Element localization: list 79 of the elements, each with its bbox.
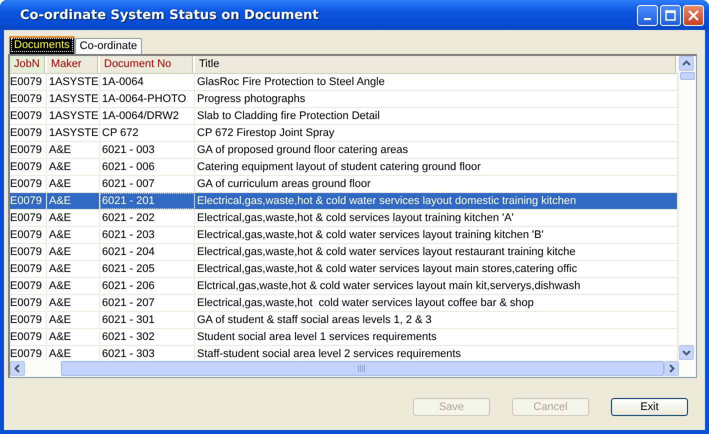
column-header[interactable]: Maker [47,56,100,73]
table-cell: E0079 [10,176,47,192]
table-row[interactable]: E0079 A&E 6021 - 206 Elctrical,gas,waste,hot & cold water services layout main kit,serverys,dishwash [10,278,678,295]
table-row[interactable]: E0079 1ASYSTE 1A-0064-PHOTO Progress photographs [10,91,678,108]
table-cell: A&E [47,142,100,158]
table-row[interactable]: E0079 A&E 6021 - 207 Electrical,gas,waste,hot cold water services layout coffee bar & shop [10,295,678,312]
table-row[interactable]: E0079 1ASYSTE 1A-0064/DRW2 Slab to Cladding fire Protection Detail [10,108,678,125]
close-button[interactable] [683,4,704,26]
table-cell: 1A-0064-PHOTO [100,91,195,107]
table-cell: A&E [47,210,100,226]
table-cell: A&E [47,227,100,243]
table-cell: A&E [47,278,100,294]
table-cell: 6021 - 205 [100,261,195,277]
table-row[interactable]: E0079 A&E 6021 - 302 Student social area level 1 services requirements [10,329,678,346]
table-cell: E0079 [10,261,47,277]
table-cell: E0079 [10,159,47,175]
table-cell: 6021 - 203 [100,227,195,243]
table-cell: 1ASYSTE [47,108,100,124]
table-row[interactable]: E0079 A&E 6021 - 204 Electrical,gas,waste,hot & cold water services layout restaurant training kitche [10,244,678,261]
table-row[interactable]: E0079 A&E 6021 - 201 Electrical,gas,waste,hot & cold water services layout domestic training kitchen [10,193,678,210]
table-cell: 6021 - 006 [100,159,195,175]
table-cell: 1ASYSTE [47,91,100,107]
table-cell: E0079 [10,210,47,226]
table-cell: 6021 - 007 [100,176,195,192]
table-cell: 6021 - 202 [100,210,195,226]
table-cell: 6021 - 204 [100,244,195,260]
table-cell: 1ASYSTE [47,125,100,141]
window-title: Co-ordinate System Status on Document [20,8,320,22]
table-row[interactable]: E0079 A&E 6021 - 301 GA of student & staff social areas levels 1, 2 & 3 [10,312,678,329]
table-cell: E0079 [10,91,47,107]
vertical-scrollbar[interactable] [678,56,696,360]
tab[interactable]: Co-ordinate [74,38,142,54]
table-cell: 6021 - 301 [100,312,195,328]
action-button[interactable]: Exit [611,398,688,416]
table-row[interactable]: E0079 A&E 6021 - 202 Electrical,gas,waste,hot & cold services layout training kitchen 'A' [10,210,678,227]
table-row[interactable]: E0079 1ASYSTE 1A-0064 GlasRoc Fire Protection to Steel Angle [10,74,678,91]
table-cell: A&E [47,261,100,277]
table-cell: 1A-0064 [100,74,195,90]
table-cell: 6021 - 003 [100,142,195,158]
table-row[interactable]: E0079 A&E 6021 - 003 GA of proposed ground floor catering areas [10,142,678,159]
table-cell: 6021 - 302 [100,329,195,345]
table-row[interactable]: E0079 1ASYSTE CP 672 CP 672 Firestop Joint Spray [10,125,678,142]
table-cell: A&E [47,244,100,260]
table-cell: CP 672 [100,125,195,141]
table-cell: 6021 - 206 [100,278,195,294]
maximize-icon [665,10,676,20]
horizontal-scrollbar[interactable] [10,360,696,377]
table-cell: A&E [47,159,100,175]
table-cell: A&E [47,312,100,328]
scrollbar-thumb[interactable] [680,72,695,80]
maximize-button[interactable] [660,4,681,26]
column-header[interactable]: Document No [100,56,195,73]
table-cell: E0079 [10,329,47,345]
table-cell: 1ASYSTE [47,74,100,90]
table-cell: E0079 [10,142,47,158]
table-cell: E0079 [10,278,47,294]
table-cell: A&E [47,176,100,192]
table-cell: E0079 [10,312,47,328]
minimize-button[interactable] [637,4,658,26]
table-cell: 6021 - 207 [100,295,195,311]
table-cell: E0079 [10,295,47,311]
table-cell: A&E [47,295,100,311]
table-cell: E0079 [10,227,47,243]
table-cell: 1A-0064/DRW2 [100,108,195,124]
close-icon [688,10,699,20]
table-cell: 6021 - 201 [100,193,195,209]
table-row[interactable]: E0079 A&E 6021 - 205 Electrical,gas,waste,hot & cold water services layout main stores,catering offic [10,261,678,278]
table-cell: A&E [47,193,100,209]
table-row[interactable]: E0079 A&E 6021 - 006 Catering equipment layout of student catering ground floor [10,159,678,176]
tab[interactable]: Documents [9,36,75,54]
table-cell: E0079 [10,193,47,209]
minimize-icon [644,18,651,20]
table-cell: E0079 [10,244,47,260]
table-cell: E0079 [10,125,47,141]
table-cell: E0079 [10,108,47,124]
table-cell: A&E [47,329,100,345]
table-row[interactable]: E0079 A&E 6021 - 203 Electrical,gas,waste,hot & cold water services layout training kitchen 'B' [10,227,678,244]
table-cell: E0079 [10,74,47,90]
column-header[interactable]: JobN [10,56,47,73]
